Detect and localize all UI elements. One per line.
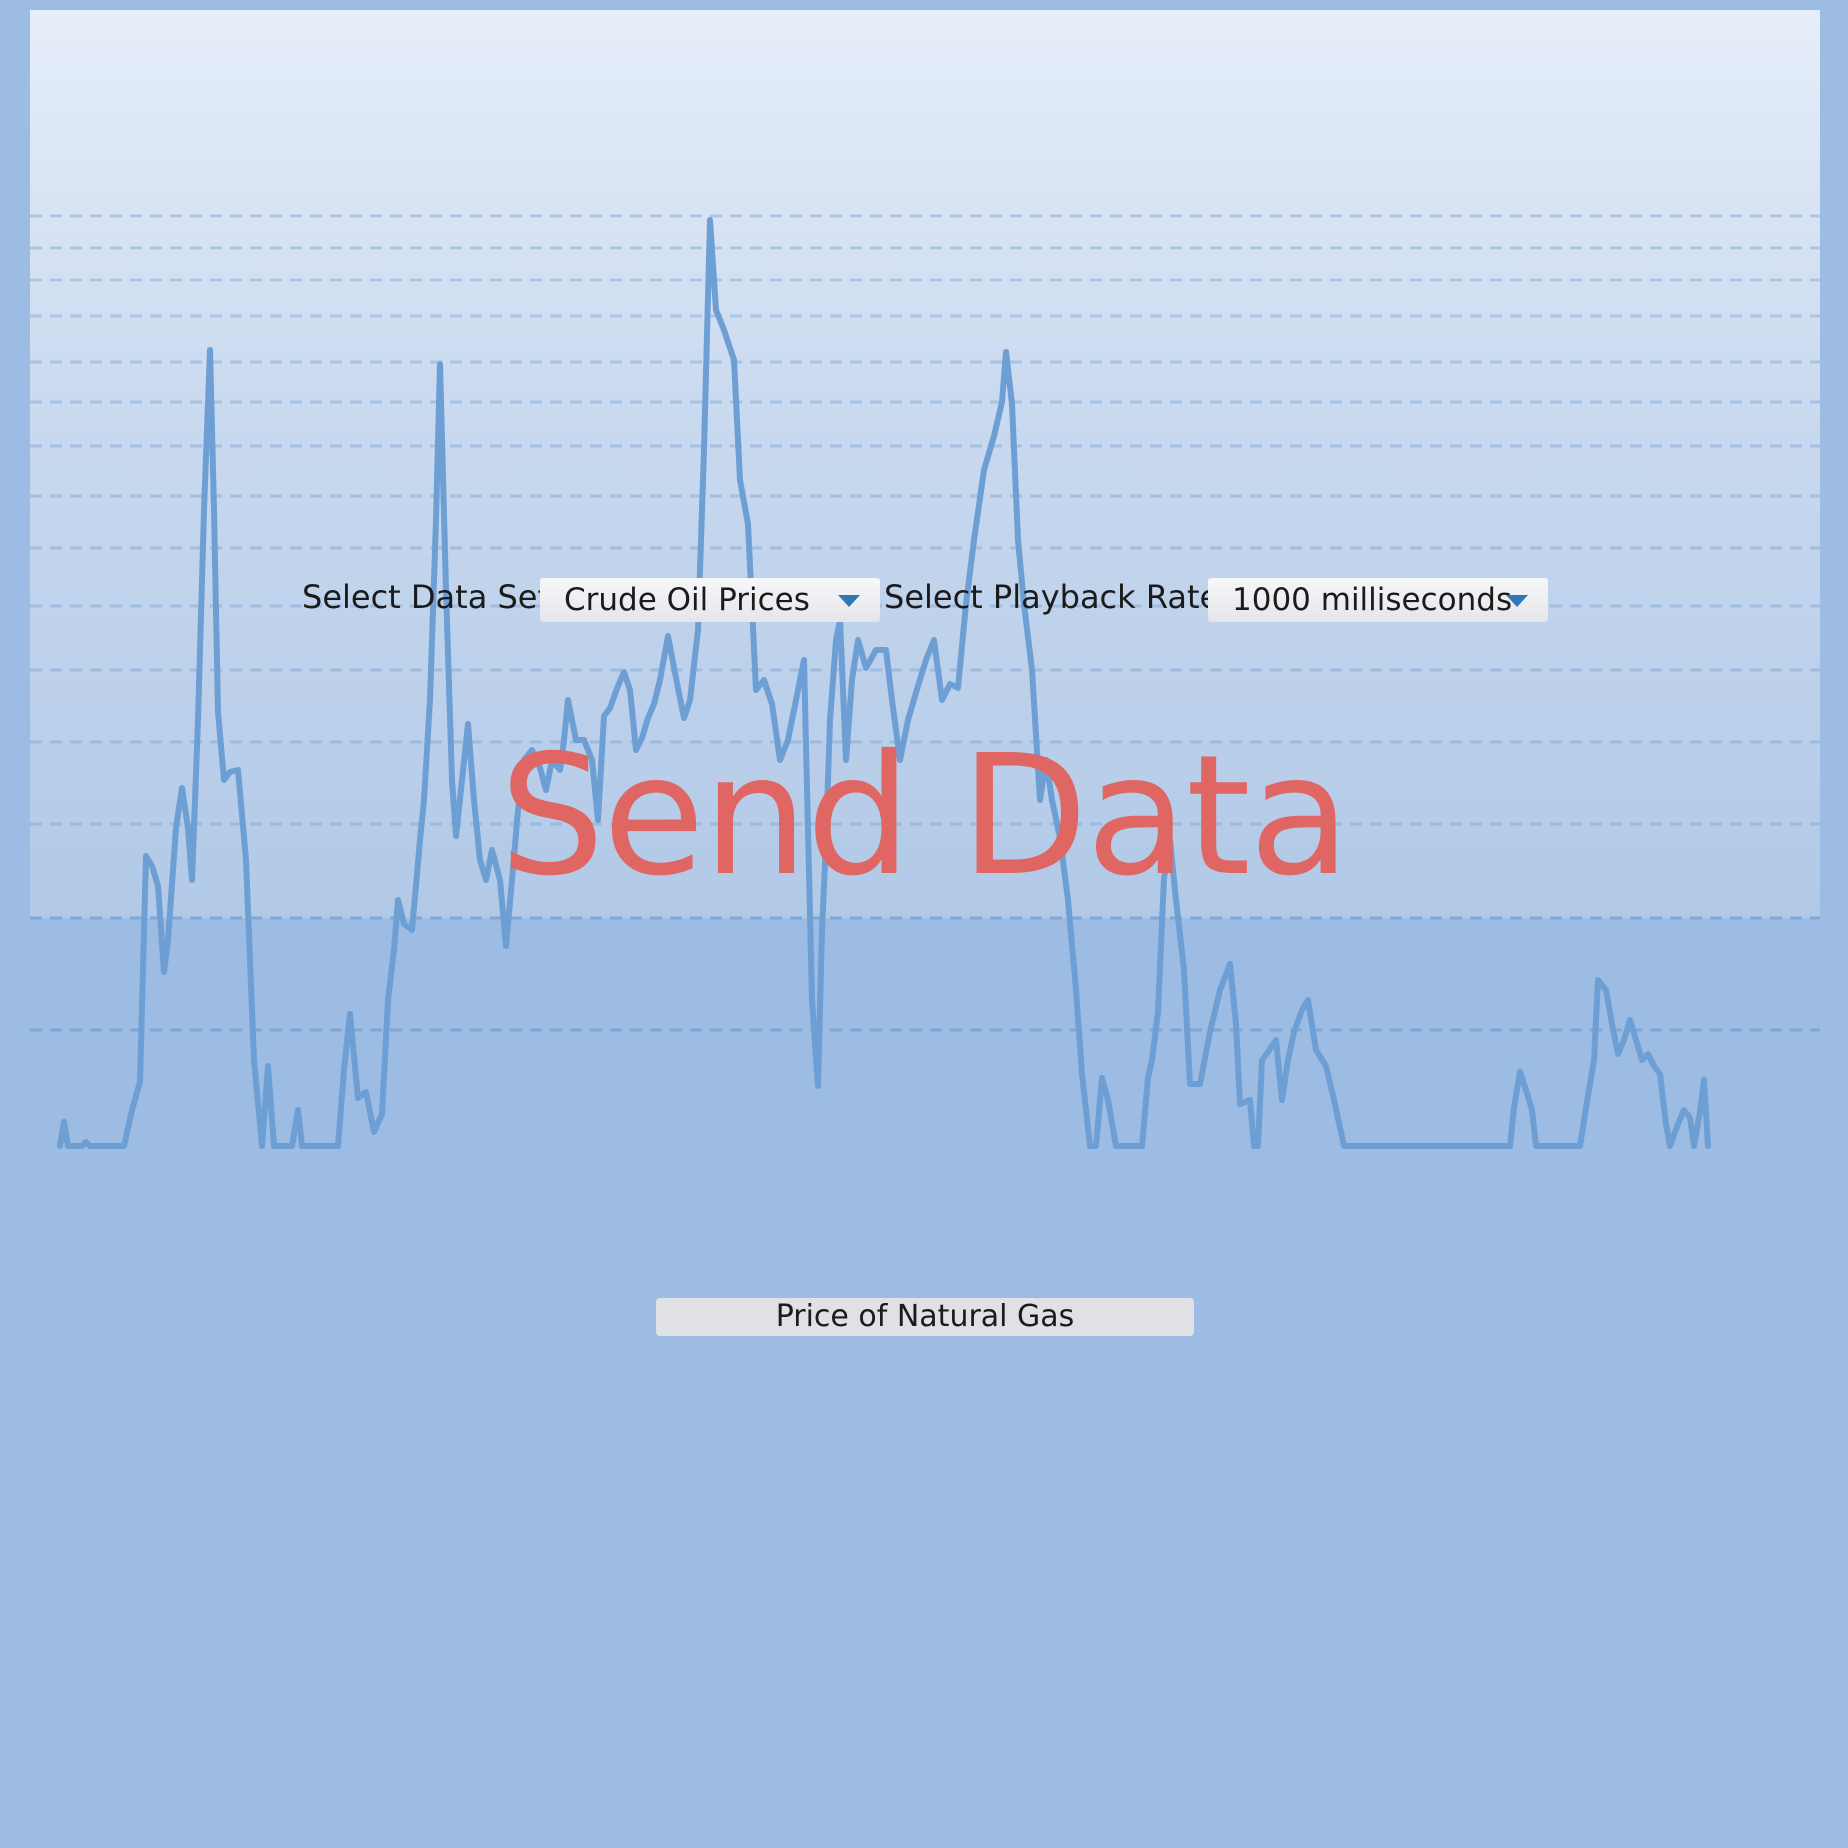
app-stage: Select Data Set: Crude Oil Prices Select… — [0, 0, 1848, 1848]
data-set-selected-value: Crude Oil Prices — [564, 582, 810, 618]
playback-rate-selected-value: 1000 milliseconds — [1232, 582, 1513, 618]
chevron-down-icon — [1506, 595, 1528, 607]
chevron-down-icon — [838, 595, 860, 607]
controls-bar: Select Data Set: Crude Oil Prices Select… — [0, 578, 1848, 622]
data-set-label: Select Data Set: — [302, 578, 561, 616]
price-of-natural-gas-button[interactable]: Price of Natural Gas — [656, 1298, 1194, 1336]
playback-rate-label: Select Playback Rate: — [884, 578, 1230, 616]
playback-rate-select[interactable]: 1000 milliseconds — [1208, 578, 1548, 622]
data-set-select[interactable]: Crude Oil Prices — [540, 578, 880, 622]
send-data-button[interactable]: Send Data — [0, 732, 1848, 902]
